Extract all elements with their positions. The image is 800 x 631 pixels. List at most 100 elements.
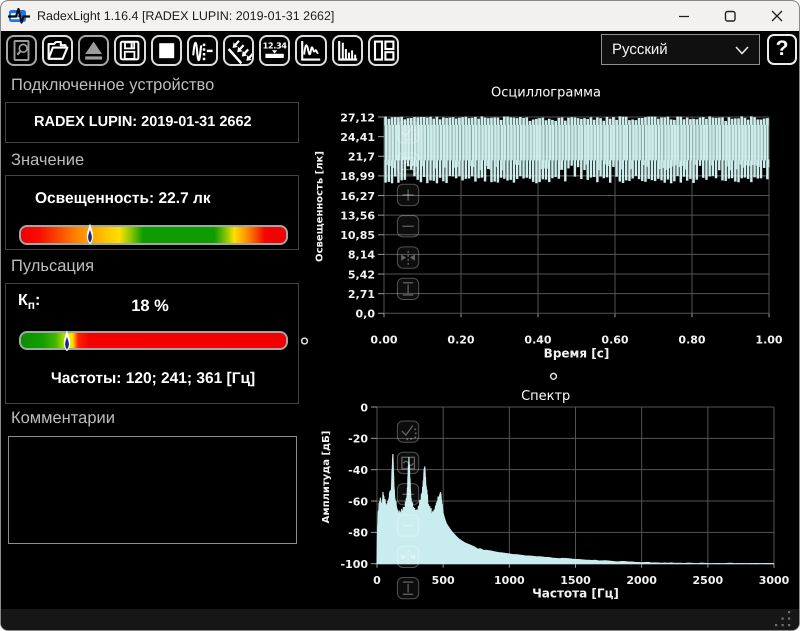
- spectrum-fit-horizontal-button[interactable]: [396, 545, 420, 569]
- save-file-button[interactable]: [114, 34, 146, 66]
- oscillogram-fit-horizontal-button[interactable]: [396, 246, 420, 269]
- spectrum-zoom-out-button[interactable]: [396, 514, 420, 537]
- device-panel-label: Подключенное устройство: [11, 76, 215, 94]
- show-oscillogram-button[interactable]: [295, 34, 327, 66]
- spectrum-xlabel: Частота [Гц]: [532, 587, 619, 601]
- show-spectrum-button[interactable]: [331, 34, 363, 66]
- spectrum-y-tick: -100: [340, 558, 368, 571]
- layout-panels-icon: [373, 40, 395, 61]
- titlebar: RadexLight 1.16.4 [RADEX LUPIN: 2019-01-…: [1, 1, 799, 31]
- app-icon: [6, 7, 32, 30]
- oscillogram-y-tick: 16,27: [340, 190, 375, 203]
- horizontal-splitter-handle[interactable]: [549, 372, 558, 380]
- oscillogram-xlabel: Время [с]: [544, 347, 610, 361]
- pulsation-panel-label: Пульсация: [11, 257, 94, 275]
- oscillogram-y-tick: 2,71: [348, 288, 375, 301]
- oscillogram-fit-vertical-button[interactable]: [396, 277, 420, 301]
- oscillogram-waveform: [384, 116, 770, 184]
- oscillogram-y-tick: 8,14: [348, 249, 375, 262]
- oscillogram-zoom-out-button[interactable]: [396, 215, 420, 238]
- eject-icon: [85, 41, 103, 60]
- oscillogram-zoom-in-button[interactable]: [396, 183, 420, 207]
- single-measurement-button[interactable]: [186, 34, 218, 66]
- document-magnifier-icon: [13, 39, 30, 61]
- oscillogram-title: Осциллограмма: [491, 86, 601, 101]
- resize-grip[interactable]: [772, 609, 796, 630]
- illuminance-scale-bar: [19, 225, 288, 245]
- chevron-down-icon: [735, 46, 749, 55]
- oscillogram-y-tick: 0,0: [356, 308, 376, 321]
- open-folder-icon: [47, 40, 69, 60]
- spectrum-title: Спектр: [521, 389, 570, 404]
- spectrum-x-tick: 0: [373, 574, 381, 587]
- layout-panels-button[interactable]: [367, 34, 399, 66]
- spectrum-x-tick: 2000: [626, 574, 657, 587]
- comments-panel-label: Комментарии: [11, 409, 115, 427]
- spectrum-y-tick: 0: [360, 401, 368, 414]
- frequencies-text: Частоты: 120; 241; 361 [Гц]: [50, 370, 256, 387]
- oscillogram-x-tick: 0.20: [447, 334, 474, 347]
- spectrum-zoom-in-button[interactable]: [396, 483, 420, 506]
- oscillogram-y-tick: 5,42: [348, 268, 375, 281]
- value-panel-label: Значение: [11, 151, 85, 169]
- spectrum-chart: 0 500 1000 1500 2000 2500 3000 0 -20 -40 -60 -80 -10…: [321, 389, 790, 601]
- help-button[interactable]: ?: [767, 34, 797, 65]
- spectrum-y-tick: -80: [348, 527, 368, 540]
- illuminance-marker: [87, 223, 94, 245]
- stop-square-icon: [158, 42, 174, 58]
- floppy-disk-icon: [120, 40, 140, 60]
- spectrum-x-tick: 3000: [759, 574, 790, 587]
- spectrum-select-region-button[interactable]: [396, 420, 420, 443]
- app-window: RadexLight 1.16.4 [RADEX LUPIN: 2019-01-…: [0, 0, 800, 631]
- illuminance-reading: Освещенность: 22.7 лк: [35, 190, 211, 207]
- language-value: Русский: [612, 41, 668, 58]
- pulse-trace-icon: [192, 41, 213, 61]
- maximize-button[interactable]: [707, 1, 753, 31]
- numeric-display-button[interactable]: 12.34: [259, 34, 291, 66]
- vertical-splitter-handle[interactable]: [301, 337, 309, 345]
- comments-input[interactable]: [8, 436, 297, 544]
- oscillogram-y-tick: 24,41: [340, 131, 375, 144]
- oscillogram-y-tick: 13,56: [340, 209, 375, 222]
- pulsation-marker: [63, 329, 70, 351]
- spectrum-y-tick: -40: [348, 464, 368, 477]
- oscillogram-x-tick: 0.40: [524, 334, 551, 347]
- spectrum-y-tick: -20: [348, 433, 368, 446]
- oscillogram-y-tick: 27,12: [340, 111, 375, 124]
- spectrum-ylabel: Амплитуда [дБ]: [321, 431, 332, 524]
- spectrum-fit-vertical-button[interactable]: [396, 577, 420, 600]
- statusbar: [1, 609, 799, 630]
- stop-measurement-button[interactable]: [150, 34, 182, 66]
- spectrum-x-tick: 2500: [693, 574, 724, 587]
- value-box: Освещенность: 22.7 лк: [5, 175, 299, 250]
- oscillogram-x-tick: 0.60: [601, 334, 628, 347]
- toolbar: Русский ? 12.34: [1, 31, 799, 71]
- charts-area: 0.00 0.20 0.40 0.60 0.80 1.00 27,12 24,41 21,7 18…: [301, 86, 790, 601]
- oscillogram-x-tick: 0.00: [370, 334, 397, 347]
- numeric-display-icon: 12.34: [263, 40, 288, 58]
- close-button[interactable]: [753, 1, 799, 31]
- oscillogram-select-region-button[interactable]: [396, 121, 420, 144]
- spectrum-x-tick: 500: [432, 574, 455, 587]
- spectrum-y-tick: -60: [348, 495, 368, 508]
- pulsation-box: Кп: 18 % Частоты: 120; 241; 361 [Гц]: [5, 283, 299, 404]
- spectrum-show-trace-button[interactable]: [396, 451, 420, 475]
- oscillogram-ylabel: Освещенность [лк]: [315, 151, 326, 262]
- minimize-button[interactable]: [661, 1, 707, 31]
- eject-device-button[interactable]: [78, 34, 110, 66]
- light-rays-icon: [227, 39, 253, 64]
- spectrum-bars-icon: [337, 40, 357, 61]
- language-select[interactable]: Русский: [601, 34, 760, 65]
- open-file-button[interactable]: [42, 34, 74, 66]
- kp-value: 18 %: [131, 297, 169, 315]
- oscillogram-show-trace-button[interactable]: [396, 152, 420, 175]
- device-box: RADEX LUPIN: 2019-01-31 2662: [5, 102, 299, 143]
- spectrum-x-tick: 1000: [494, 574, 525, 587]
- report-preview-button[interactable]: [5, 34, 37, 66]
- spectrum-x-tick: 1500: [560, 574, 591, 587]
- device-name: RADEX LUPIN: 2019-01-31 2662: [34, 114, 252, 130]
- oscillogram-chart: 0.00 0.20 0.40 0.60 0.80 1.00 27,12 24,41 21,7 18…: [315, 86, 783, 361]
- illuminance-mode-button[interactable]: [223, 34, 255, 66]
- oscillogram-y-tick: 10,85: [340, 229, 375, 242]
- oscillogram-x-tick: 0.80: [678, 334, 705, 347]
